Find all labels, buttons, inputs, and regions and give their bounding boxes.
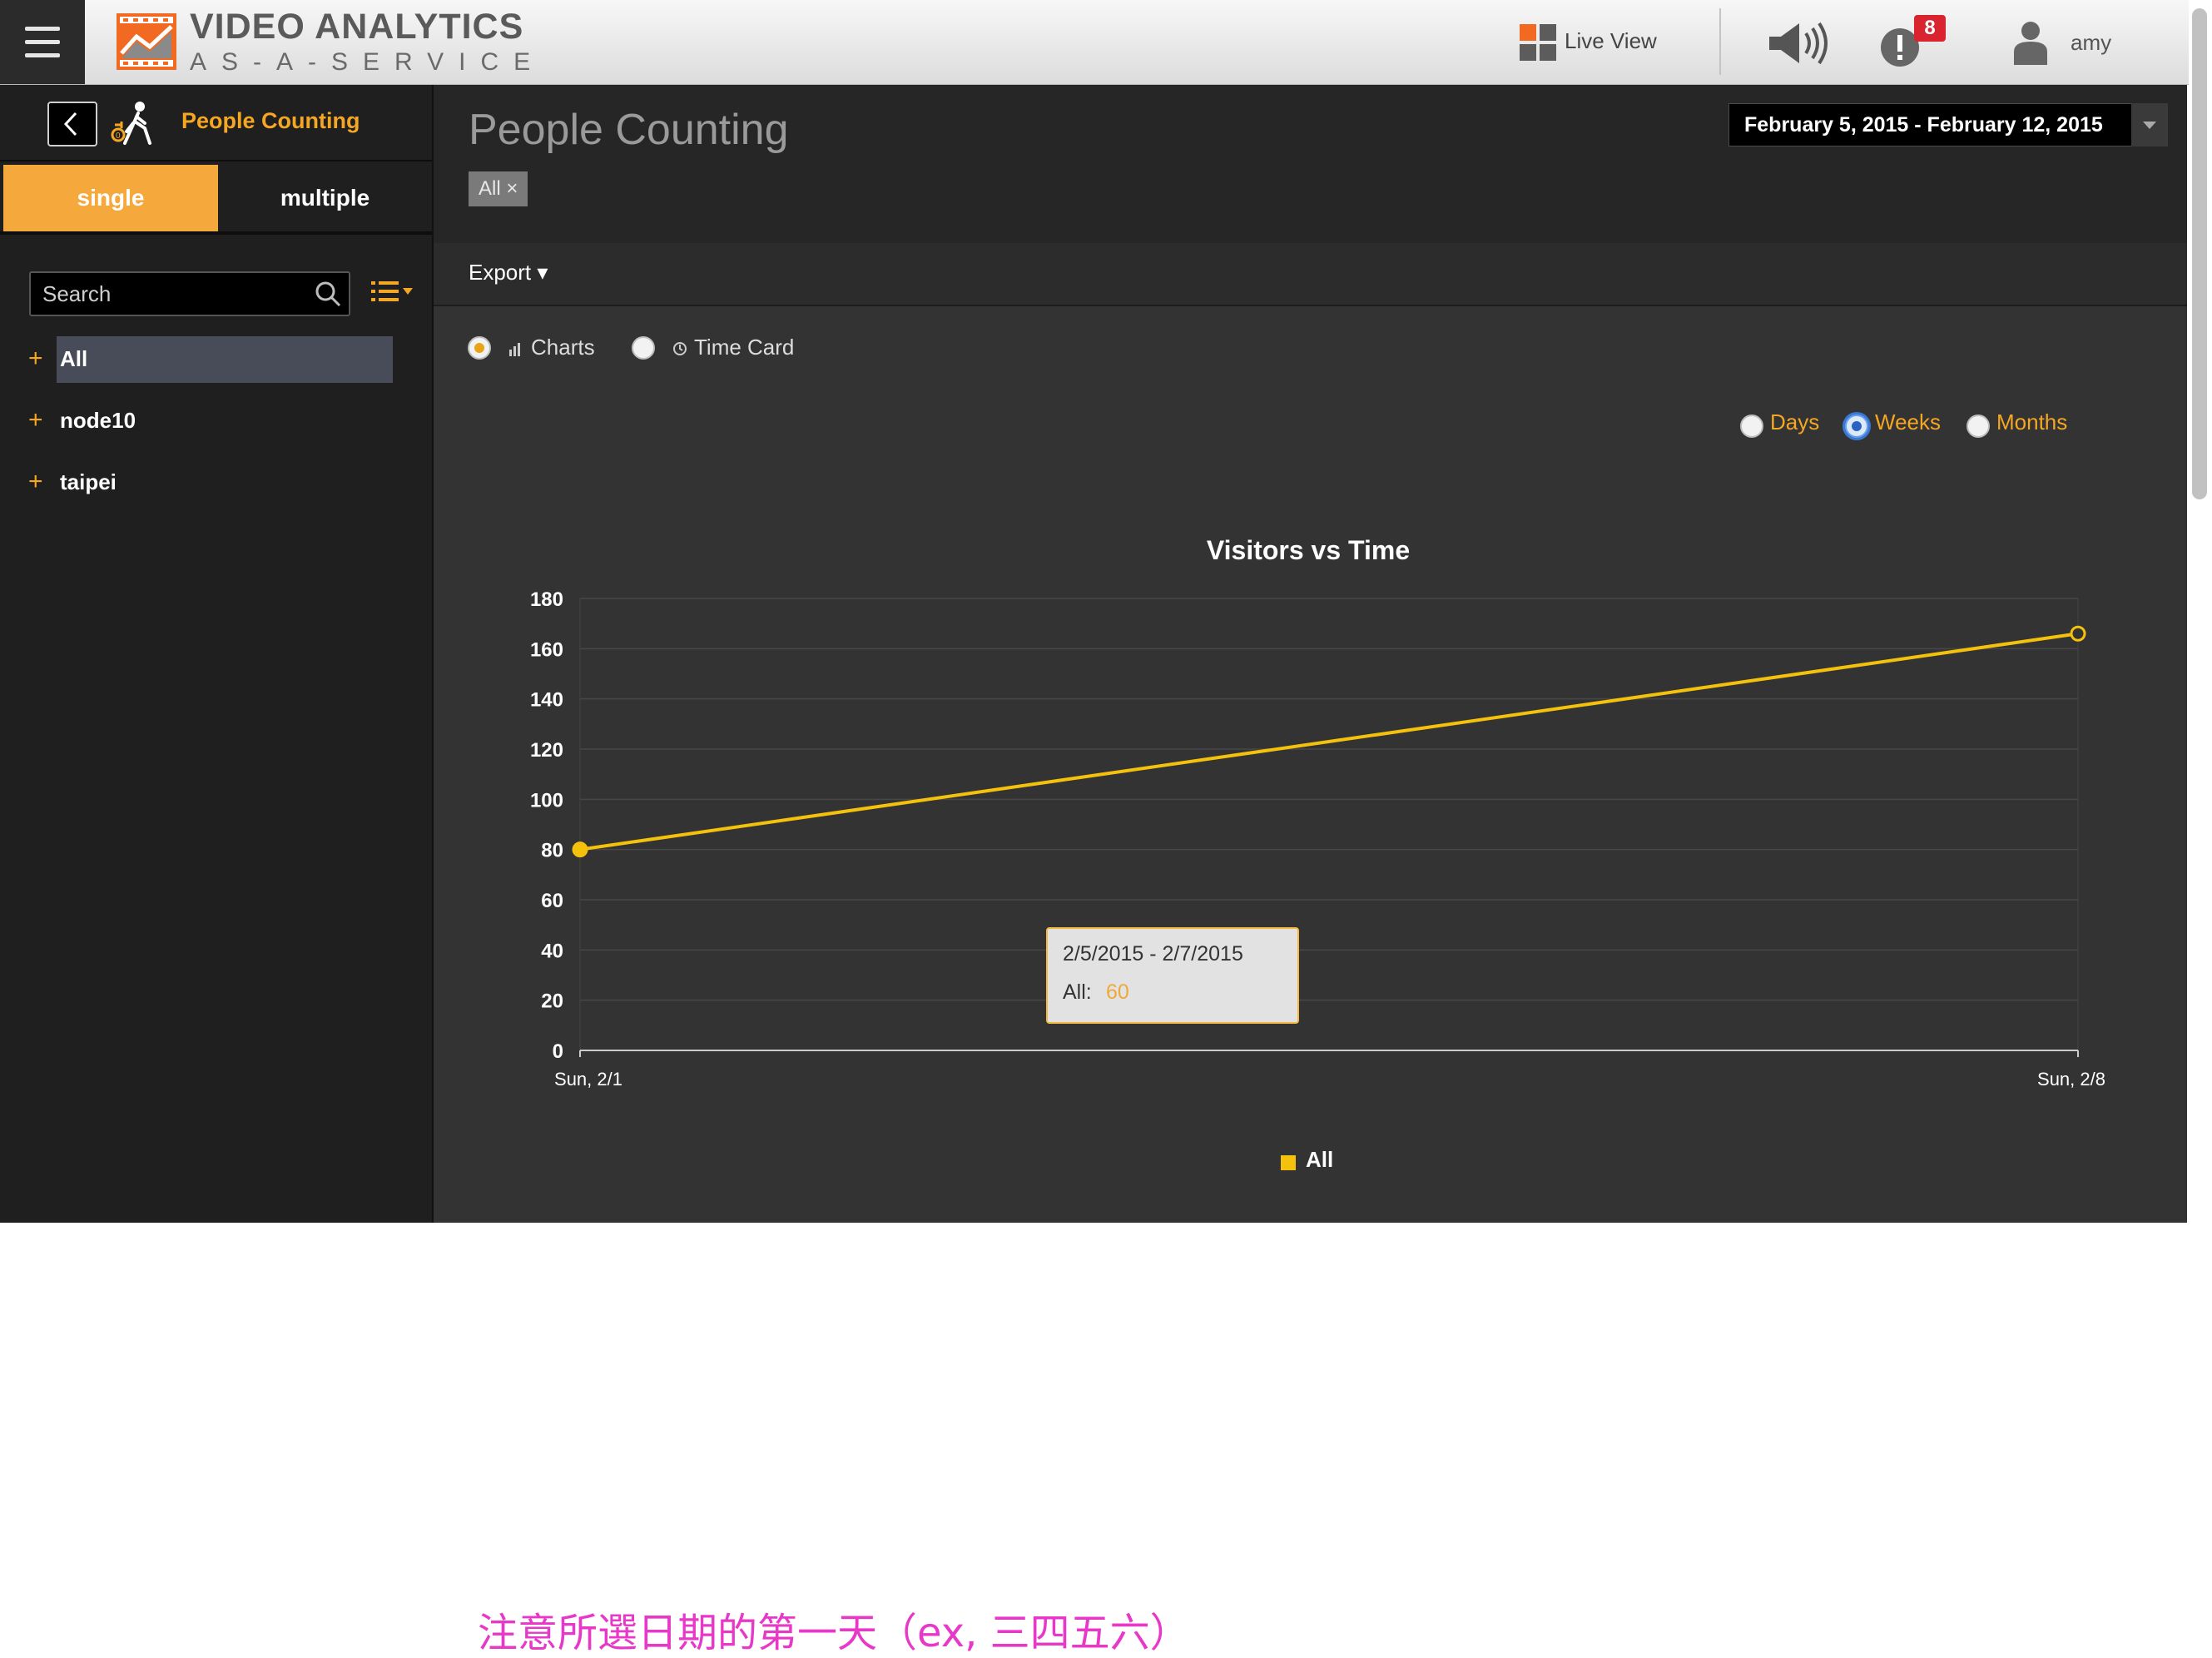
menu-icon[interactable] bbox=[0, 0, 85, 84]
user-icon bbox=[2014, 22, 2047, 65]
svg-text:0: 0 bbox=[116, 132, 121, 141]
app-subtitle: AS-A-SERVICE bbox=[190, 48, 546, 76]
scroll-thumb[interactable] bbox=[2192, 8, 2207, 499]
tooltip-series: All: bbox=[1063, 980, 1092, 1004]
search-icon[interactable] bbox=[314, 280, 342, 308]
tab-multiple[interactable]: multiple bbox=[218, 165, 432, 231]
y-tick-label: 140 bbox=[530, 689, 563, 712]
y-tick-label: 180 bbox=[530, 588, 563, 611]
back-button[interactable] bbox=[47, 102, 97, 146]
divider bbox=[1719, 8, 1721, 75]
expand-icon[interactable]: + bbox=[28, 468, 43, 496]
x-tick-label: Sun, 2/1 bbox=[554, 1069, 622, 1090]
chart-title: Visitors vs Time bbox=[1207, 535, 1410, 565]
app-title: VIDEO ANALYTICS bbox=[190, 7, 524, 47]
alert-count-badge: 8 bbox=[1914, 15, 1946, 42]
y-tick-label: 60 bbox=[541, 890, 563, 912]
tree-item-label: All bbox=[60, 346, 88, 371]
search-input[interactable] bbox=[31, 273, 309, 315]
legend-swatch bbox=[1281, 1155, 1296, 1170]
speaker-icon[interactable] bbox=[1766, 20, 1833, 67]
tooltip-range: 2/5/2015 - 2/7/2015 bbox=[1063, 942, 1243, 966]
grid-icon bbox=[1520, 24, 1556, 61]
expand-icon[interactable]: + bbox=[28, 406, 43, 434]
y-tick-label: 120 bbox=[530, 739, 563, 762]
data-point bbox=[572, 841, 588, 858]
tree-item-all[interactable]: + All bbox=[0, 336, 432, 383]
y-tick-label: 40 bbox=[541, 940, 563, 962]
live-view-label: Live View bbox=[1565, 28, 1657, 53]
tree-item-label: taipei bbox=[60, 469, 117, 494]
tree-item-label: node10 bbox=[60, 408, 136, 433]
y-tick-label: 160 bbox=[530, 638, 563, 661]
tree-item-taipei[interactable]: + taipei bbox=[0, 459, 432, 506]
chevron-left-icon bbox=[63, 112, 77, 137]
annotation-note: 注意所選日期的第一天（ex, 三四五六） bbox=[478, 1610, 1190, 1656]
chart-tooltip: 2/5/2015 - 2/7/2015 All: 60 bbox=[1046, 927, 1299, 1024]
tree-item-node10[interactable]: + node10 bbox=[0, 398, 432, 444]
y-tick-label: 20 bbox=[541, 990, 563, 1013]
y-tick-label: 80 bbox=[541, 840, 563, 862]
series-line-all bbox=[579, 632, 2079, 851]
alerts-button[interactable]: 8 bbox=[1879, 15, 1946, 70]
y-tick-label: 100 bbox=[530, 789, 563, 812]
sidebar: 0 People Counting single multiple + All … bbox=[0, 85, 434, 1223]
username: amy bbox=[2071, 30, 2112, 55]
data-point bbox=[2070, 625, 2086, 642]
tooltip-value: 60 bbox=[1106, 980, 1129, 1004]
legend-label: All bbox=[1306, 1147, 1334, 1172]
main-panel: People Counting All × February 5, 2015 -… bbox=[434, 85, 2187, 1223]
visitors-chart: Visitors vs Time 0 20 40 60 80 100 120 140 160 18… bbox=[530, 535, 2105, 1090]
logo-icon bbox=[117, 13, 176, 70]
sidebar-title: People Counting bbox=[181, 108, 360, 133]
tab-single[interactable]: single bbox=[3, 165, 218, 231]
expand-icon[interactable]: + bbox=[28, 345, 43, 373]
x-tick-label: Sun, 2/8 bbox=[2037, 1069, 2105, 1090]
scrollbar[interactable] bbox=[2189, 0, 2212, 1224]
mode-tabs: single multiple bbox=[0, 161, 432, 235]
search-box bbox=[29, 271, 350, 316]
list-options-icon[interactable] bbox=[368, 275, 416, 311]
sidebar-header: 0 People Counting bbox=[0, 85, 432, 161]
top-bar: VIDEO ANALYTICS AS-A-SERVICE Live View 8… bbox=[0, 0, 2189, 85]
y-tick-label: 0 bbox=[553, 1040, 563, 1063]
people-counting-icon: 0 bbox=[111, 102, 151, 145]
